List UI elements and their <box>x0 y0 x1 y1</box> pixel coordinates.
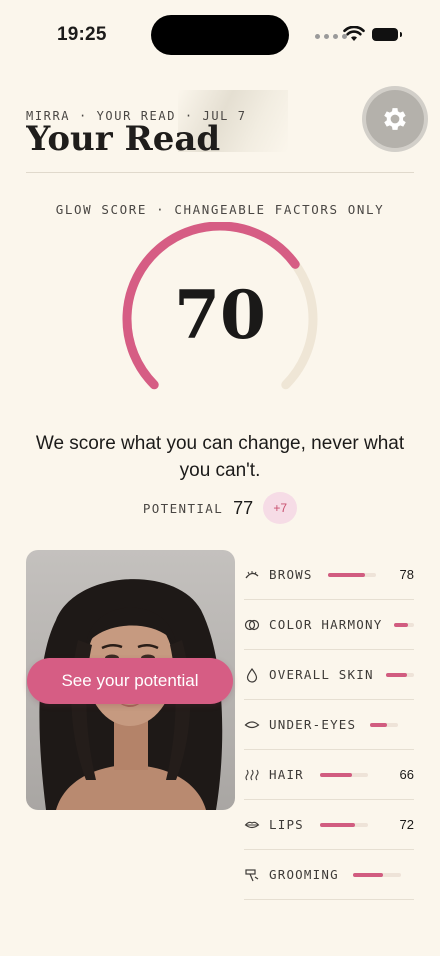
status-bar: 19:25 <box>0 0 440 70</box>
factor-name: OVERALL SKIN <box>269 667 374 682</box>
battery-icon <box>372 28 402 41</box>
factor-name: COLOR HARMONY <box>269 617 383 632</box>
factor-list: BROWS 78 COLOR HARMONY OVERALL SKIN UNDER-EY… <box>244 550 414 916</box>
factor-name: GROOMING <box>269 867 339 882</box>
brow-icon <box>244 567 260 583</box>
factor-bar-fill <box>370 723 388 727</box>
potential-value: 77 <box>233 497 254 518</box>
dynamic-island <box>151 15 289 55</box>
factor-bar-fill <box>328 573 366 577</box>
wifi-icon <box>343 26 365 41</box>
factor-bar <box>370 723 398 727</box>
factor-name: LIPS <box>269 817 304 832</box>
factor-row[interactable]: UNDER-EYES <box>244 700 414 750</box>
factor-bar <box>328 573 376 577</box>
factor-row[interactable]: CONTRAST <box>244 900 414 916</box>
razor-icon <box>244 867 260 883</box>
header-divider <box>26 172 414 173</box>
factor-row[interactable]: COLOR HARMONY <box>244 600 414 650</box>
see-potential-button[interactable]: See your potential <box>27 658 233 704</box>
settings-button[interactable] <box>366 90 424 148</box>
factor-bar-fill <box>386 673 407 677</box>
factor-row[interactable]: LIPS 72 <box>244 800 414 850</box>
glow-score-value: 70 <box>174 276 266 354</box>
factor-bar <box>394 623 414 627</box>
lips-icon <box>244 817 260 833</box>
factor-name: UNDER-EYES <box>269 717 357 732</box>
score-tagline: We score what you can change, never what… <box>35 433 405 481</box>
factor-name: BROWS <box>269 567 313 582</box>
hair-waves-icon <box>244 767 260 783</box>
potential-row: POTENTIAL 77 +7 <box>0 492 440 524</box>
factor-name: HAIR <box>269 767 304 782</box>
factor-bar-fill <box>394 623 409 627</box>
factor-row[interactable]: HAIR 66 <box>244 750 414 800</box>
factor-row[interactable]: OVERALL SKIN <box>244 650 414 700</box>
factor-value: 66 <box>399 767 414 782</box>
factor-bar <box>386 673 414 677</box>
factor-value: 78 <box>399 567 414 582</box>
factor-value: 72 <box>399 817 414 832</box>
gear-icon <box>384 108 406 130</box>
factor-bar <box>320 823 368 827</box>
factor-bar-fill <box>353 873 383 877</box>
potential-delta-badge: +7 <box>263 492 298 524</box>
factor-bar-fill <box>320 823 355 827</box>
factor-row[interactable]: BROWS 78 <box>244 550 414 600</box>
status-time: 19:25 <box>57 24 107 45</box>
overlap-circles-icon <box>244 617 260 633</box>
factor-bar <box>353 873 401 877</box>
eye-icon <box>244 717 260 733</box>
potential-label: POTENTIAL <box>142 500 224 516</box>
page-title: Your Read <box>26 119 221 152</box>
droplet-icon <box>244 667 260 683</box>
glow-score-label: GLOW SCORE · CHANGEABLE FACTORS ONLY <box>55 202 385 217</box>
factor-bar <box>320 773 368 777</box>
factor-row[interactable]: GROOMING <box>244 850 414 900</box>
factor-bar-fill <box>320 773 352 777</box>
